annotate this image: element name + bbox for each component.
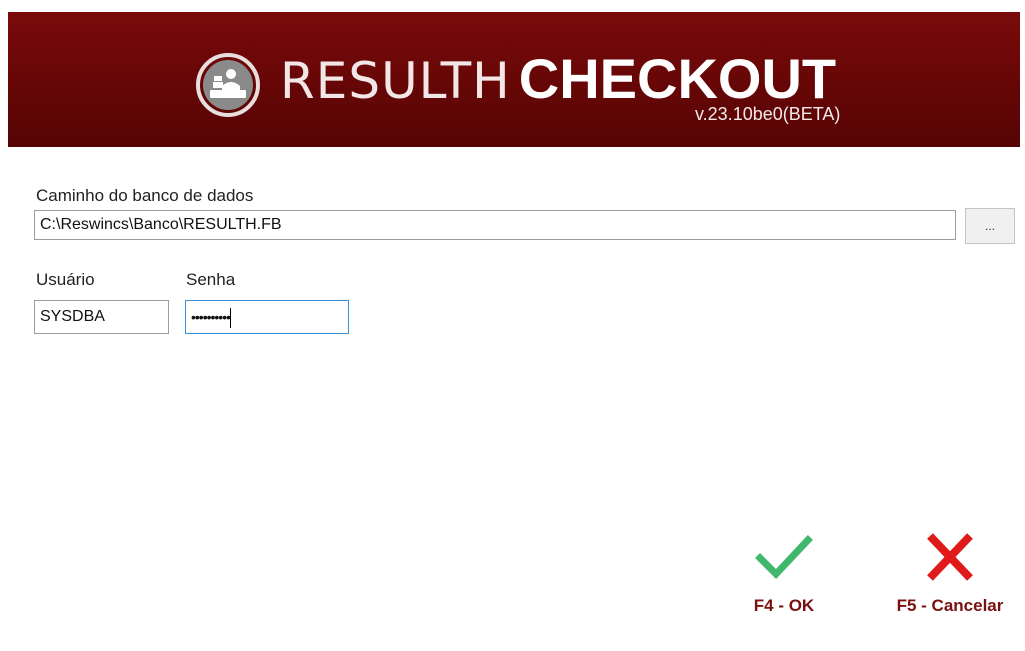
text-caret xyxy=(230,308,232,329)
close-icon xyxy=(927,533,973,581)
ok-button[interactable]: F4 - OK xyxy=(728,532,840,616)
app-title-light: RESULTH xyxy=(280,52,511,110)
version-label: v.23.10be0(BETA) xyxy=(695,104,841,124)
password-input[interactable]: •••••••••• xyxy=(185,300,349,334)
login-dialog: RESULTH CHECKOUT v.23.10be0(BETA) Caminho… xyxy=(8,12,1020,647)
password-mask: •••••••••• xyxy=(191,309,231,325)
cancel-button[interactable]: F5 - Cancelar xyxy=(880,532,1020,616)
db-path-input[interactable] xyxy=(34,210,956,240)
header-banner: RESULTH CHECKOUT v.23.10be0(BETA) xyxy=(8,12,1020,147)
password-label: Senha xyxy=(186,270,236,289)
ok-label: F4 - OK xyxy=(753,596,815,615)
checkmark-icon xyxy=(755,535,813,580)
browse-button[interactable]: ... xyxy=(965,208,1015,244)
cashier-icon xyxy=(195,52,261,118)
user-input[interactable] xyxy=(34,300,169,334)
user-label: Usuário xyxy=(36,270,95,289)
cancel-label: F5 - Cancelar xyxy=(896,596,1004,615)
app-title-bold: CHECKOUT xyxy=(518,47,837,110)
db-path-label: Caminho do banco de dados xyxy=(36,186,254,205)
